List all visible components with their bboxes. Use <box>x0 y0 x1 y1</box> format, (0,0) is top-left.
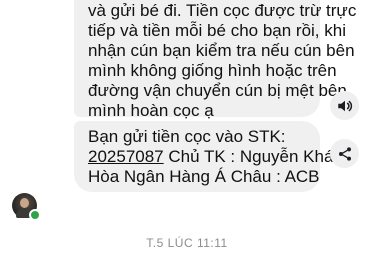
account-number-link[interactable]: 20257087 <box>88 147 164 166</box>
account-holder-text: Chủ TK : Nguyễn Khánh <box>163 147 353 166</box>
message-text-line: tiếp và tiền mỗi bé cho bạn rồi, khi <box>88 21 346 40</box>
message-text-line: mình hoàn cọc ạ <box>88 101 214 120</box>
timestamp: T.5 LÚC 11:11 <box>146 236 228 250</box>
message-text-line: 20257087 Chủ TK : Nguyễn Khánh <box>88 147 352 167</box>
message-text-line: Bạn gửi tiền cọc vào STK: <box>88 127 286 146</box>
message-text-line: và gửi bé đi. Tiền cọc được trừ trực <box>88 1 357 20</box>
message-bubble[interactable]: và gửi bé đi. Tiền cọc được trừ trực tiế… <box>74 0 357 120</box>
share-icon <box>338 146 351 161</box>
message-text-line: nhận cún bạn kiểm tra nếu cún bên <box>88 41 355 60</box>
message-bubble[interactable]: Bạn gửi tiền cọc vào STK: 20257087 Chủ T… <box>74 121 352 192</box>
online-status-dot <box>29 209 41 221</box>
speaker-icon <box>337 100 352 111</box>
avatar-face <box>20 198 29 208</box>
share-button[interactable] <box>330 139 359 168</box>
read-aloud-button[interactable] <box>330 91 359 120</box>
message-text-line: mình không giống hình hoặc trên <box>88 61 337 80</box>
message-text-line: Hòa Ngân Hàng Á Châu : ACB <box>88 167 320 186</box>
message-text-line: đường vận chuyển cún bị mệt bên <box>88 81 347 100</box>
